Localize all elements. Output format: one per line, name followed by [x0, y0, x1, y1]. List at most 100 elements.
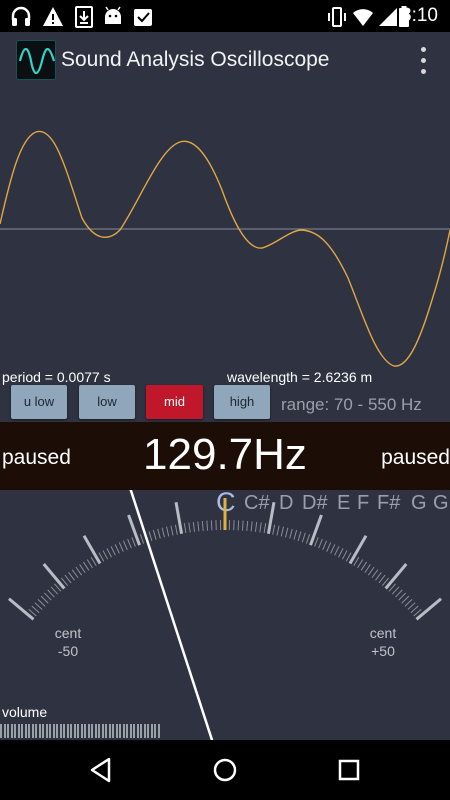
minor-tick [166, 526, 170, 537]
vibrate-icon [328, 7, 346, 27]
app-bar: Sound Analysis Oscilloscope [0, 32, 450, 90]
volume-bar [115, 724, 118, 738]
minor-tick [197, 521, 200, 532]
range-label: range: 70 - 550 Hz [281, 395, 422, 414]
minor-tick [127, 538, 132, 549]
minor-tick [246, 520, 249, 531]
minor-tick [404, 599, 413, 607]
warning-icon [43, 7, 63, 26]
wavelength-readout: wavelength = 2.6236 m [227, 369, 373, 385]
waveform-trace [0, 130, 450, 367]
headphones-icon [11, 6, 31, 26]
volume-bar [108, 724, 111, 738]
status-bar: 8:10 [0, 0, 450, 32]
volume-bar [73, 724, 76, 738]
minor-tick [254, 521, 258, 532]
minor-tick [326, 542, 332, 552]
minor-tick [364, 564, 371, 574]
minor-tick [250, 521, 253, 532]
minor-tick [31, 605, 40, 614]
volume-bar [84, 724, 86, 738]
volume-bar [24, 724, 27, 738]
minor-tick [37, 599, 46, 607]
minor-tick [360, 561, 368, 571]
frequency-band: paused 129.7Hz paused [0, 422, 450, 490]
minor-tick [157, 528, 161, 539]
range-button-high[interactable]: high [214, 385, 270, 419]
clipboard-check-icon [134, 9, 152, 26]
minor-tick [330, 544, 336, 554]
range-button-mid[interactable]: mid [146, 385, 203, 419]
volume-bar [101, 724, 104, 738]
minor-tick [40, 595, 49, 604]
minor-tick [183, 523, 187, 534]
volume-bar [150, 724, 153, 738]
volume-bar [77, 724, 79, 738]
volume-bar [17, 724, 20, 738]
cent-left-label: cent -50 [54, 625, 82, 659]
minor-tick [375, 572, 382, 581]
sine-wave-logo [16, 40, 56, 80]
minor-tick [280, 526, 284, 537]
major-tick [266, 502, 276, 535]
overflow-menu-icon[interactable] [416, 45, 430, 77]
volume-bar [126, 724, 128, 738]
tuner-panel: C C# D D# E F F# G G cent -50 cent +50 v… [0, 490, 450, 740]
volume-label: volume [2, 704, 48, 720]
minor-tick [82, 561, 90, 571]
volume-bar [45, 724, 48, 738]
volume-bar [98, 724, 100, 738]
app-title: Sound Analysis Oscilloscope [61, 48, 330, 71]
minor-tick [276, 525, 280, 536]
minor-tick [357, 559, 364, 569]
recents-icon[interactable] [331, 752, 367, 788]
range-button-low[interactable]: low [79, 385, 135, 419]
minor-tick [68, 572, 75, 581]
back-icon[interactable] [83, 752, 119, 788]
minor-tick [407, 602, 416, 610]
minor-tick [201, 520, 204, 531]
minor-tick [289, 528, 293, 539]
volume-bar [28, 724, 30, 738]
minor-tick [341, 550, 348, 560]
volume-bar [140, 724, 142, 738]
home-icon[interactable] [207, 752, 243, 788]
volume-bar [42, 724, 44, 738]
minor-tick [47, 589, 55, 598]
minor-tick [391, 586, 400, 595]
minor-tick [263, 523, 267, 534]
volume-bar [136, 724, 139, 738]
range-button-u-low[interactable]: u low [11, 385, 67, 419]
major-tick [309, 514, 323, 546]
volume-bar [94, 724, 97, 738]
minor-tick [34, 602, 43, 610]
minor-tick [367, 566, 375, 576]
volume-bar [14, 724, 16, 738]
cent-gauge [8, 490, 442, 740]
major-tick [384, 563, 408, 590]
volume-bar [21, 724, 23, 738]
minor-tick [174, 524, 178, 535]
minor-tick [210, 520, 213, 531]
minor-tick [284, 527, 289, 538]
wifi-icon [353, 9, 373, 26]
cent-right-label: cent +50 [369, 625, 397, 659]
minor-tick [305, 534, 311, 544]
minor-tick [395, 589, 403, 598]
volume-bar [59, 724, 62, 738]
minor-tick [318, 538, 323, 549]
minor-tick [398, 592, 406, 601]
volume-bar [133, 724, 135, 738]
minor-tick [410, 605, 419, 614]
minor-tick [322, 540, 328, 551]
volume-bar [70, 724, 72, 738]
period-readout: period = 0.0077 s [2, 369, 111, 385]
volume-bar [3, 724, 6, 738]
minor-tick [170, 525, 174, 536]
minor-tick [148, 531, 153, 542]
android-icon [105, 6, 121, 24]
minor-tick [378, 574, 386, 584]
minor-tick [241, 520, 244, 531]
minor-tick [110, 546, 116, 556]
minor-tick [301, 532, 306, 543]
